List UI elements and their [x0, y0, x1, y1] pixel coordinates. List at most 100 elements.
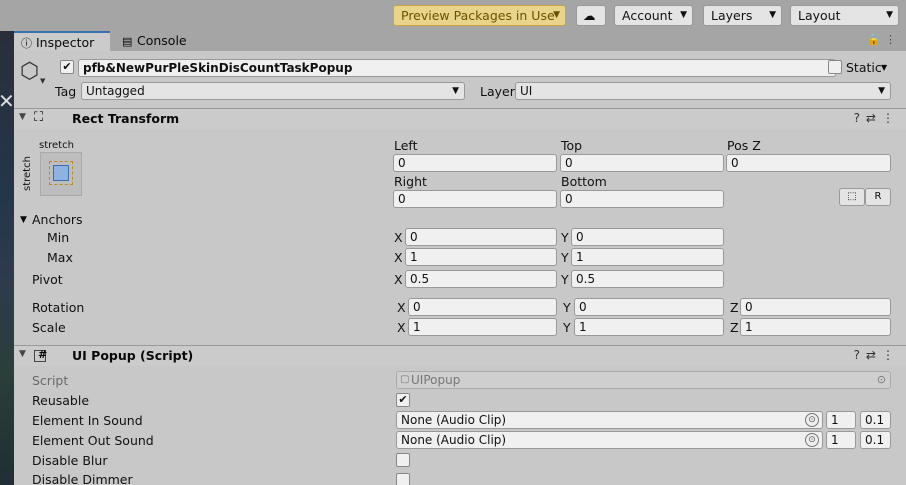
cloud-icon: ☁	[583, 8, 596, 23]
rot-x-axis: X	[397, 300, 406, 315]
element-in-pitch-field[interactable]: 0.1	[860, 411, 891, 429]
script-value: UIPopup	[411, 373, 461, 387]
cloud-button[interactable]: ☁	[576, 5, 606, 26]
static-label: Static	[846, 60, 882, 75]
chevron-down-icon: ▼	[452, 86, 459, 96]
pivot-y-axis: Y	[561, 272, 569, 287]
rect-transform-title: Rect Transform	[72, 111, 180, 126]
gameobject-cube-icon: ⬡	[20, 59, 40, 84]
left-field[interactable]: 0	[393, 154, 557, 172]
element-in-sound-value: None (Audio Clip)	[401, 413, 507, 427]
component-menu-icons[interactable]: ?⇄⋮	[854, 348, 900, 362]
fold-arrow-icon[interactable]: ▼	[19, 349, 26, 359]
tag-label: Tag	[55, 84, 77, 99]
dotted-rect-icon: ⬚	[847, 191, 857, 202]
reusable-checkbox[interactable]: ✔	[396, 393, 410, 407]
scale-x-field[interactable]: 1	[408, 318, 557, 336]
scale-z-axis: Z	[730, 320, 739, 335]
component-menu-icons[interactable]: ?⇄⋮	[854, 111, 900, 125]
layer-label: Layer	[480, 84, 515, 99]
rot-y-axis: Y	[563, 300, 571, 315]
account-label: Account	[622, 8, 673, 23]
static-checkbox[interactable]	[828, 60, 842, 74]
audio-picker-icon[interactable]: ⊙	[805, 433, 819, 447]
bottom-label: Bottom	[561, 174, 607, 189]
element-out-sound-label: Element Out Sound	[32, 433, 154, 448]
active-checkbox[interactable]: ✔	[60, 60, 74, 74]
preview-packages-button[interactable]: Preview Packages in Use ▼	[393, 5, 566, 26]
min-x-field[interactable]: 0	[405, 228, 557, 246]
right-label: Right	[394, 174, 427, 189]
anchor-preset-button[interactable]	[40, 152, 82, 196]
console-icon: ▤	[122, 35, 133, 48]
rotation-y-field[interactable]: 0	[574, 298, 724, 316]
max-x-axis: X	[394, 250, 403, 265]
account-dropdown[interactable]: Account ▼	[614, 5, 693, 26]
element-out-pitch-field[interactable]: 0.1	[860, 431, 891, 449]
element-out-sound-field[interactable]: None (Audio Clip)	[396, 431, 823, 449]
scale-y-field[interactable]: 1	[574, 318, 724, 336]
scene-view-edge: ✕	[0, 31, 15, 485]
tab-inspector[interactable]: ⓘ Inspector	[14, 31, 110, 51]
disable-dimmer-label: Disable Dimmer	[32, 472, 133, 485]
min-y-field[interactable]: 0	[571, 228, 724, 246]
lock-and-menu-icons[interactable]: 🔒⋮	[867, 33, 900, 46]
top-field[interactable]: 0	[560, 154, 724, 172]
layer-value: UI	[520, 84, 533, 98]
ui-popup-header[interactable]: ▼ # UI Popup (Script) ?⇄⋮	[14, 345, 906, 366]
disable-dimmer-checkbox[interactable]	[396, 473, 410, 485]
rot-z-axis: Z	[730, 300, 739, 315]
right-field[interactable]: 0	[393, 190, 557, 208]
raw-edit-button[interactable]: R	[865, 188, 891, 206]
fold-arrow-icon[interactable]: ▼	[19, 112, 26, 122]
element-in-volume-field[interactable]: 1	[826, 411, 856, 429]
layers-label: Layers	[711, 8, 753, 23]
layer-dropdown[interactable]: UI ▼	[515, 82, 891, 100]
min-x-axis: X	[394, 230, 403, 245]
tag-dropdown[interactable]: Untagged ▼	[81, 82, 465, 100]
element-out-volume-field[interactable]: 1	[826, 431, 856, 449]
static-dropdown-icon[interactable]: ▼	[881, 63, 887, 72]
anchors-fold-icon[interactable]: ▼	[20, 215, 27, 225]
rotation-x-field[interactable]: 0	[408, 298, 557, 316]
audio-picker-icon[interactable]: ⊙	[805, 413, 819, 427]
chevron-down-icon: ▼	[680, 10, 687, 20]
posz-field[interactable]: 0	[726, 154, 891, 172]
bottom-field[interactable]: 0	[560, 190, 724, 208]
chevron-down-icon: ▼	[553, 10, 560, 20]
layout-dropdown[interactable]: Layout ▼	[790, 5, 899, 26]
anchors-label: Anchors	[32, 212, 83, 227]
anchor-stretch-icon	[53, 165, 69, 181]
anchor-preset-side-label: stretch	[22, 156, 33, 191]
min-y-axis: Y	[561, 230, 569, 245]
scale-y-axis: Y	[563, 320, 571, 335]
max-x-field[interactable]: 1	[405, 248, 557, 266]
min-label: Min	[47, 230, 70, 245]
pivot-label: Pivot	[32, 272, 63, 287]
object-name-field[interactable]: pfb&NewPurPleSkinDisCountTaskPopup	[78, 59, 836, 77]
chevron-down-icon: ▼	[886, 10, 893, 20]
rect-transform-header[interactable]: ▼ ⛶ Rect Transform ?⇄⋮	[14, 108, 906, 129]
tab-bar: ⓘ Inspector ▤ Console 🔒⋮	[14, 31, 906, 51]
disable-blur-checkbox[interactable]	[396, 453, 410, 467]
left-label: Left	[394, 138, 418, 153]
script-label: Script	[32, 373, 69, 388]
scale-z-field[interactable]: 1	[740, 318, 891, 336]
reusable-label: Reusable	[32, 393, 90, 408]
chevron-down-icon[interactable]: ▼	[40, 77, 45, 85]
pivot-y-field[interactable]: 0.5	[571, 270, 724, 288]
rotation-z-field[interactable]: 0	[740, 298, 891, 316]
script-file-icon: ▢	[400, 374, 410, 385]
blueprint-mode-button[interactable]: ⬚	[839, 188, 865, 206]
tab-inspector-label: Inspector	[36, 35, 95, 50]
element-in-sound-field[interactable]: None (Audio Clip)	[396, 411, 823, 429]
tab-console-label: Console	[137, 33, 187, 48]
object-picker-icon: ⊙	[876, 373, 886, 386]
inspector-panel: ⬡ ▼ ✔ pfb&NewPurPleSkinDisCountTaskPopup…	[14, 51, 906, 485]
layers-dropdown[interactable]: Layers ▼	[703, 5, 782, 26]
max-y-field[interactable]: 1	[571, 248, 724, 266]
max-y-axis: Y	[561, 250, 569, 265]
rotation-label: Rotation	[32, 300, 85, 315]
tab-console[interactable]: ▤ Console	[115, 31, 205, 51]
pivot-x-field[interactable]: 0.5	[405, 270, 557, 288]
